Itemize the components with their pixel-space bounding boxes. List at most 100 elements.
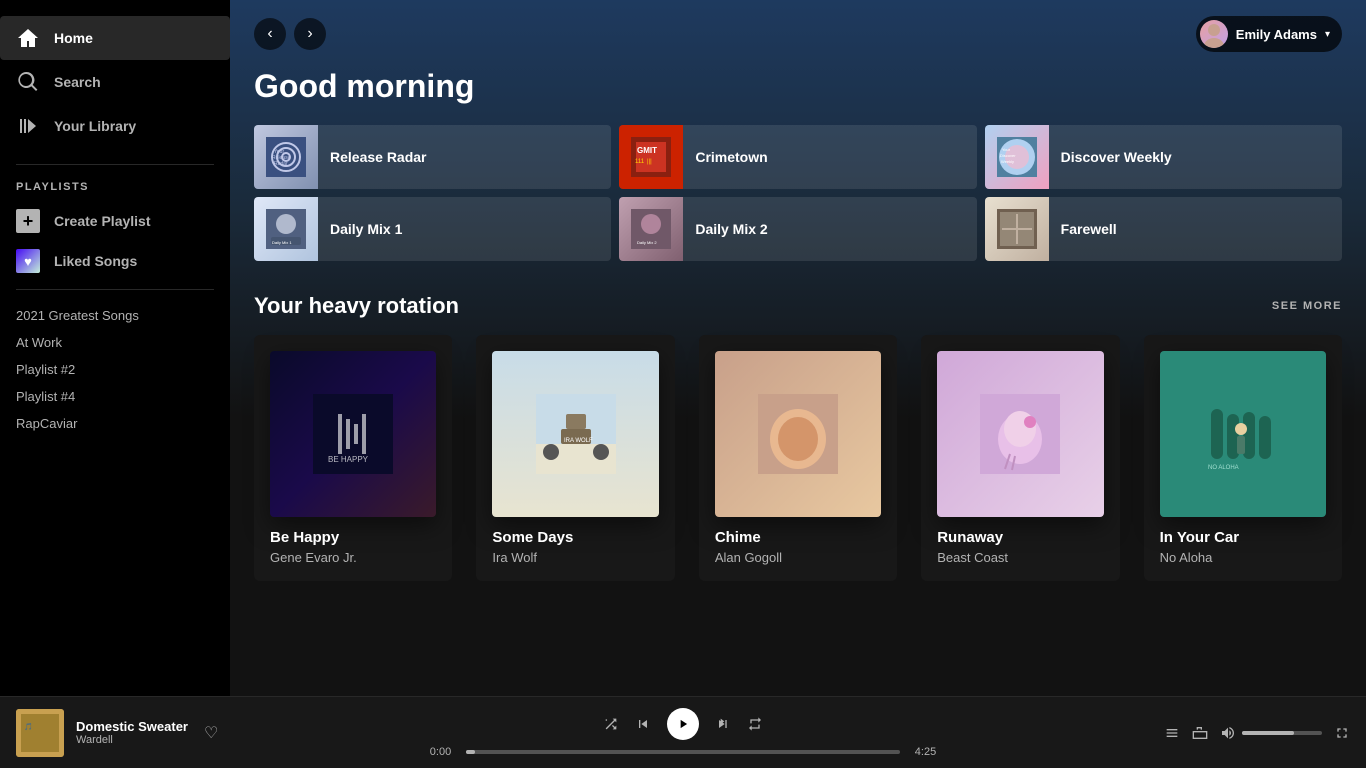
- page-title: Good morning: [254, 68, 1342, 105]
- sidebar-nav: Home Search Your Library: [0, 8, 230, 156]
- svg-text:Your: Your: [1002, 147, 1011, 152]
- sidebar-divider: [16, 164, 214, 165]
- liked-songs-label: Liked Songs: [54, 253, 137, 269]
- now-playing-bar: 🎵 Domestic Sweater Wardell ♡: [0, 696, 1366, 768]
- svg-text:Radar: Radar: [274, 161, 288, 167]
- volume-container: [1220, 725, 1322, 741]
- liked-songs-button[interactable]: ♥ Liked Songs: [0, 241, 230, 281]
- shuffle-button[interactable]: [603, 716, 619, 732]
- playlist-link-3[interactable]: Playlist #2: [0, 356, 230, 383]
- top-bar: ‹ › Emily Adams ▾: [230, 0, 1366, 68]
- queue-button[interactable]: [1164, 725, 1180, 741]
- nav-buttons: ‹ ›: [254, 18, 326, 50]
- farewell-label: Farewell: [1049, 221, 1129, 237]
- in-your-car-artist: No Aloha: [1160, 550, 1326, 565]
- card-some-days[interactable]: IRA WOLF Some Days Ira Wolf: [476, 335, 674, 581]
- some-days-artist: Ira Wolf: [492, 550, 658, 565]
- release-radar-thumb: Your Release Radar: [254, 125, 318, 189]
- discover-weekly-label: Discover Weekly: [1049, 149, 1184, 165]
- card-chime[interactable]: Chime Alan Gogoll: [699, 335, 897, 581]
- quick-item-release-radar[interactable]: Your Release Radar Release Radar: [254, 125, 611, 189]
- home-icon: [16, 26, 40, 50]
- daily-mix-1-thumb: Daily Mix 1: [254, 197, 318, 261]
- some-days-art: IRA WOLF: [492, 351, 658, 517]
- now-playing-center: 0:00 4:25: [296, 708, 1070, 758]
- sidebar-item-home[interactable]: Home: [0, 16, 230, 60]
- quick-item-daily-mix-1[interactable]: Daily Mix 1 Daily Mix 1: [254, 197, 611, 261]
- page-content: Good morning Your Release Radar: [230, 68, 1366, 605]
- see-more-button[interactable]: SEE MORE: [1272, 300, 1342, 312]
- chime-art: [715, 351, 881, 517]
- playlist-link-5[interactable]: RapCaviar: [0, 410, 230, 437]
- some-days-title: Some Days: [492, 529, 658, 546]
- avatar: [1200, 20, 1228, 48]
- be-happy-title: Be Happy: [270, 529, 436, 546]
- daily-mix-2-label: Daily Mix 2: [683, 221, 779, 237]
- quick-item-farewell[interactable]: Farewell: [985, 197, 1342, 261]
- repeat-button[interactable]: [747, 716, 763, 732]
- prev-button[interactable]: [635, 716, 651, 732]
- sidebar-item-library-label: Your Library: [54, 118, 136, 134]
- in-your-car-title: In Your Car: [1160, 529, 1326, 546]
- now-playing-left: 🎵 Domestic Sweater Wardell ♡: [16, 709, 296, 757]
- svg-text:BE HAPPY: BE HAPPY: [328, 455, 369, 464]
- daily-mix-1-label: Daily Mix 1: [318, 221, 414, 237]
- play-pause-button[interactable]: [667, 708, 699, 740]
- library-icon: [16, 114, 40, 138]
- now-playing-artist: Wardell: [76, 734, 188, 746]
- discover-weekly-thumb: Your Discover Weekly: [985, 125, 1049, 189]
- daily-mix-2-thumb: Daily Mix 2: [619, 197, 683, 261]
- runaway-art: [937, 351, 1103, 517]
- player-controls: [603, 708, 763, 740]
- svg-text:|||: |||: [647, 159, 652, 165]
- crimetown-thumb: GMIT 111 |||: [619, 125, 683, 189]
- heavy-rotation-header: Your heavy rotation SEE MORE: [254, 293, 1342, 319]
- playlist-link-1[interactable]: 2021 Greatest Songs: [0, 302, 230, 329]
- search-icon: [16, 70, 40, 94]
- next-button[interactable]: [715, 716, 731, 732]
- user-menu[interactable]: Emily Adams ▾: [1196, 16, 1342, 52]
- be-happy-artist: Gene Evaro Jr.: [270, 550, 436, 565]
- svg-text:Discover: Discover: [1000, 153, 1016, 158]
- svg-text:Daily Mix 2: Daily Mix 2: [637, 240, 657, 245]
- create-playlist-label: Create Playlist: [54, 213, 151, 229]
- volume-icon[interactable]: [1220, 725, 1236, 741]
- playlist-link-2[interactable]: At Work: [0, 329, 230, 356]
- runaway-artist: Beast Coast: [937, 550, 1103, 565]
- fullscreen-button[interactable]: [1334, 725, 1350, 741]
- volume-fill: [1242, 731, 1294, 735]
- playlists-label: PLAYLISTS: [0, 173, 230, 201]
- quick-item-daily-mix-2[interactable]: Daily Mix 2 Daily Mix 2: [619, 197, 976, 261]
- now-playing-right: [1070, 725, 1350, 741]
- card-runaway[interactable]: Runaway Beast Coast: [921, 335, 1119, 581]
- playlist-link-4[interactable]: Playlist #4: [0, 383, 230, 410]
- progress-row: 0:00 4:25: [423, 746, 943, 758]
- sidebar-item-home-label: Home: [54, 30, 93, 46]
- card-be-happy[interactable]: BE HAPPY Be Happy Gene Evaro Jr.: [254, 335, 452, 581]
- sidebar: Home Search Your Library PLAYLISTS + Cre…: [0, 0, 230, 696]
- now-playing-info: Domestic Sweater Wardell: [76, 719, 188, 746]
- svg-text:NO ALOHA: NO ALOHA: [1208, 465, 1239, 471]
- quick-access-grid: Your Release Radar Release Radar GMIT: [254, 125, 1342, 261]
- sidebar-item-library[interactable]: Your Library: [0, 104, 230, 148]
- svg-text:111: 111: [635, 159, 645, 165]
- svg-text:🎵: 🎵: [24, 722, 33, 731]
- forward-button[interactable]: ›: [294, 18, 326, 50]
- heavy-rotation-title: Your heavy rotation: [254, 293, 459, 319]
- svg-text:GMIT: GMIT: [637, 146, 657, 155]
- sidebar-item-search[interactable]: Search: [0, 60, 230, 104]
- playlist-list: 2021 Greatest Songs At Work Playlist #2 …: [0, 298, 230, 441]
- heart-icon: ♥: [16, 249, 40, 273]
- like-button[interactable]: ♡: [200, 719, 222, 747]
- progress-bar[interactable]: [466, 750, 900, 754]
- back-button[interactable]: ‹: [254, 18, 286, 50]
- svg-text:Weekly: Weekly: [1001, 159, 1014, 164]
- devices-button[interactable]: [1192, 725, 1208, 741]
- quick-item-discover-weekly[interactable]: Your Discover Weekly Discover Weekly: [985, 125, 1342, 189]
- farewell-thumb: [985, 197, 1049, 261]
- create-playlist-button[interactable]: + Create Playlist: [0, 201, 230, 241]
- quick-item-crimetown[interactable]: GMIT 111 ||| Crimetown: [619, 125, 976, 189]
- release-radar-label: Release Radar: [318, 149, 439, 165]
- card-in-your-car[interactable]: NO ALOHA In Your Car No Aloha: [1144, 335, 1342, 581]
- volume-bar[interactable]: [1242, 731, 1322, 735]
